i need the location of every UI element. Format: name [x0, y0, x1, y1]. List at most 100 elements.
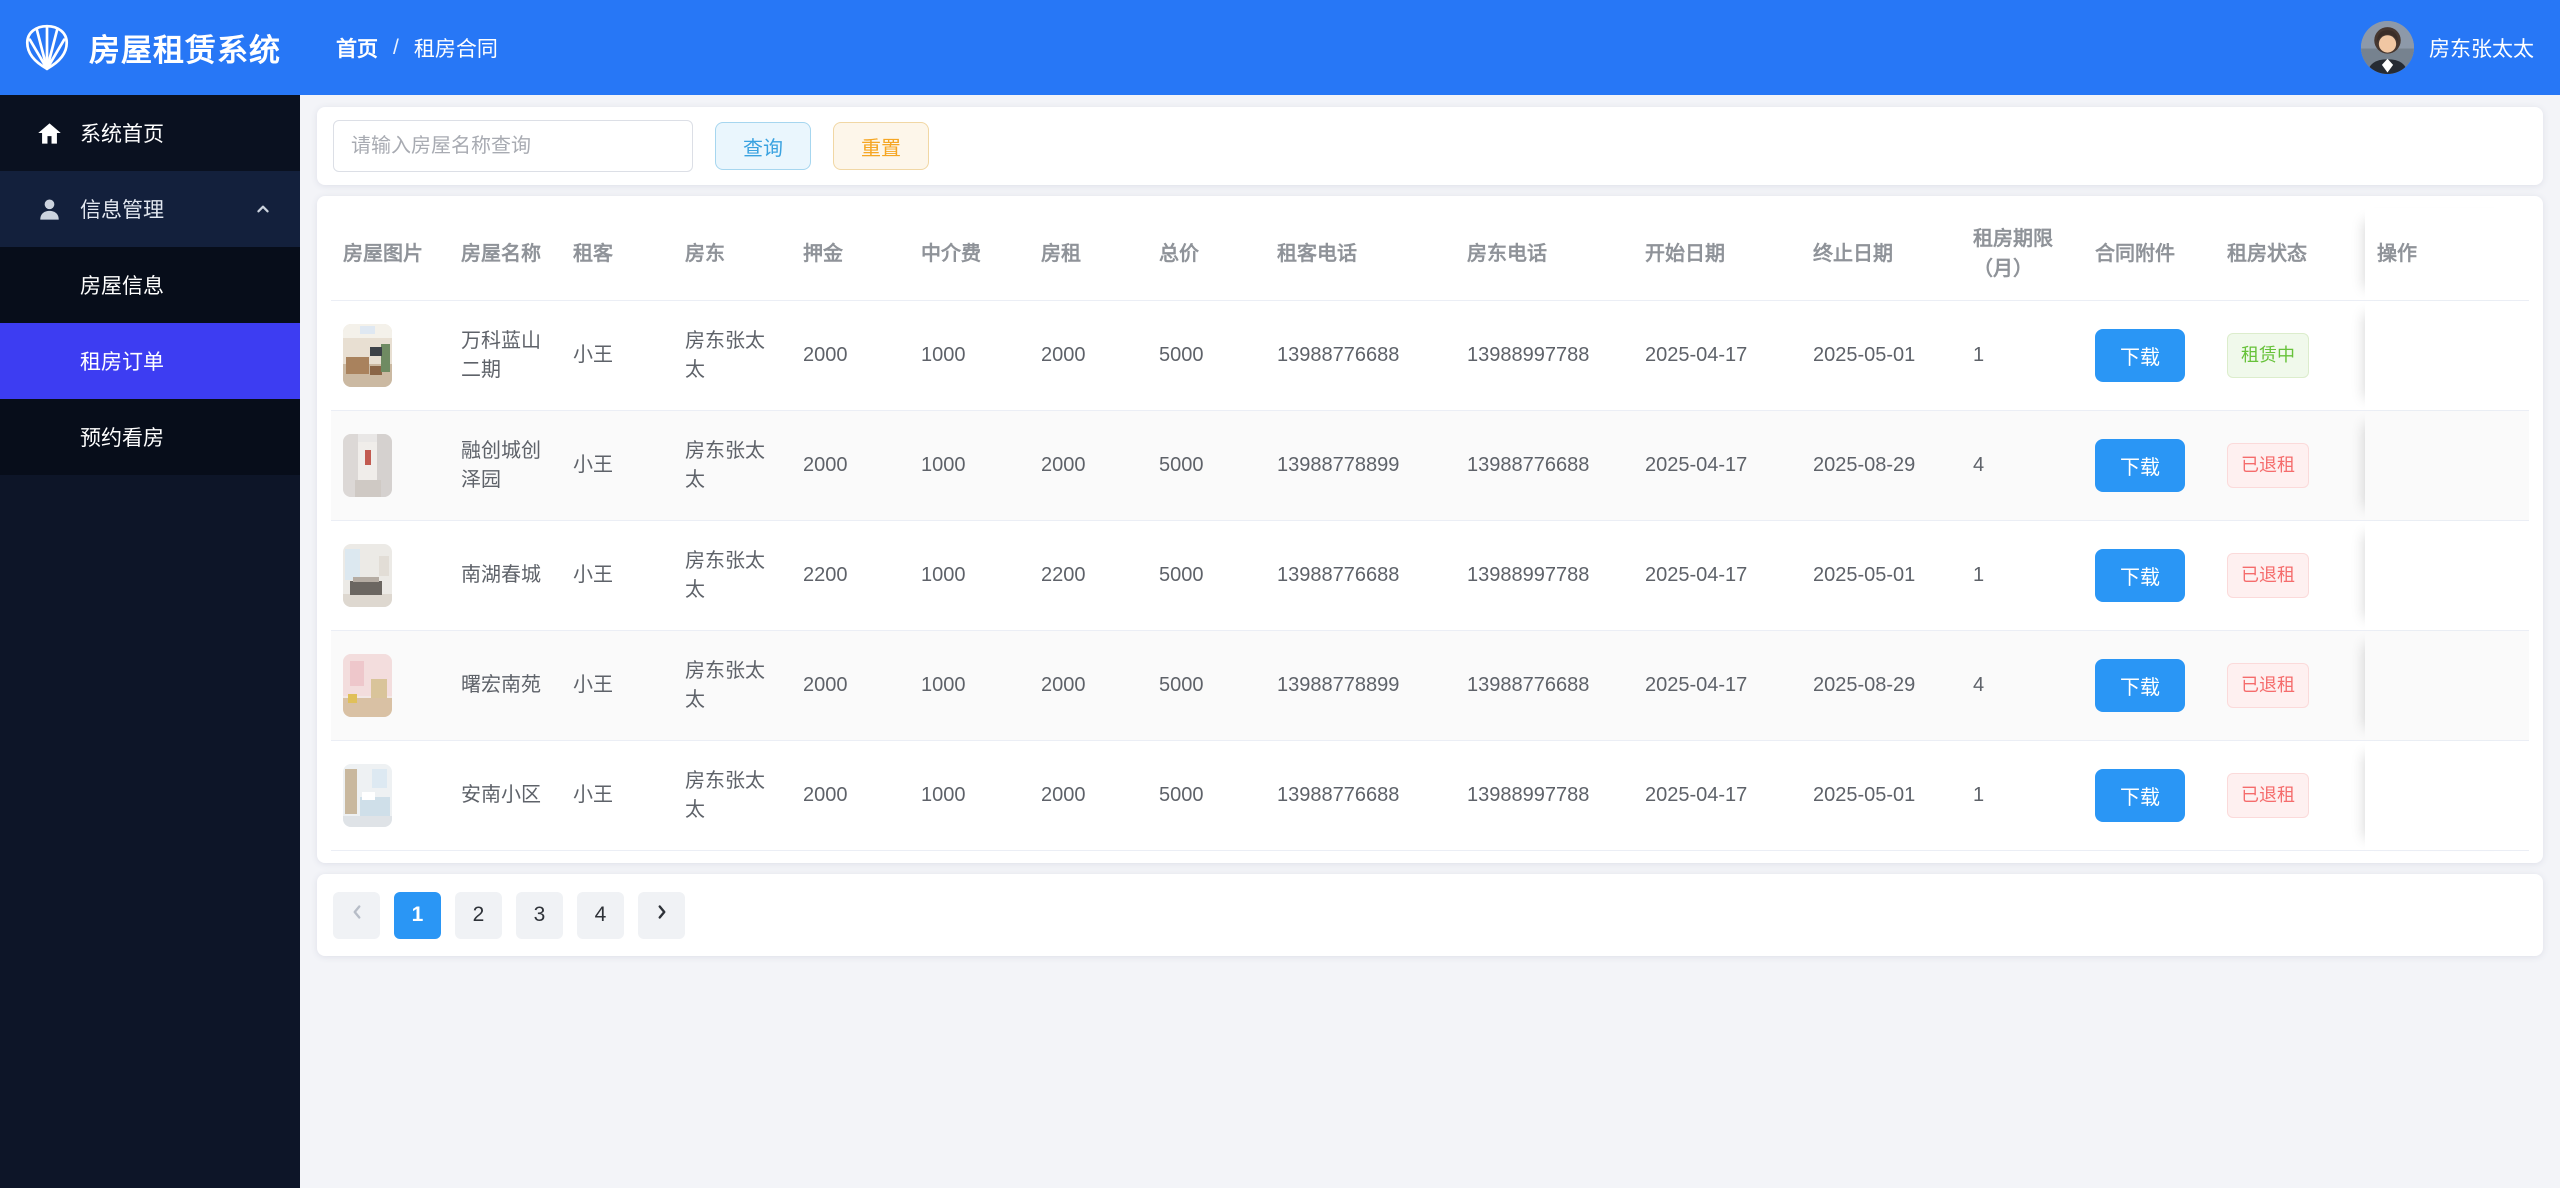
main-content: 查询 重置 房屋图片房屋名称租客房东押金中介费房租总价租客电话房东电话开始日期终… [300, 95, 2560, 1188]
sidebar-item-label: 系统首页 [80, 123, 164, 146]
column-header: 租客电话 [1265, 208, 1455, 301]
house-photo[interactable] [343, 324, 392, 387]
cell-term-months: 4 [1961, 411, 2083, 521]
user-menu[interactable]: 房东张太太 [2361, 21, 2560, 74]
cell-start-date: 2025-04-17 [1633, 301, 1801, 411]
cell-start-date: 2025-04-17 [1633, 521, 1801, 631]
cell-agency-fee: 1000 [909, 411, 1029, 521]
sidebar-item-label: 预约看房 [80, 427, 164, 450]
cell-landlord-phone: 13988997788 [1455, 301, 1633, 411]
breadcrumb-separator: / [393, 35, 399, 59]
cell-tenant-phone: 13988778899 [1265, 631, 1455, 741]
actions-cell [2365, 521, 2529, 631]
cell-tenant: 小王 [561, 741, 673, 851]
user-icon [36, 196, 63, 223]
breadcrumb-current: 租房合同 [413, 37, 498, 61]
sidebar-item-label: 房屋信息 [80, 275, 164, 298]
table-body: 万科蓝山二期 小王 房东张太太 2000 1000 2000 5000 13988776688… [331, 301, 2529, 851]
cell-landlord: 房东张太太 [673, 301, 791, 411]
column-header: 开始日期 [1633, 208, 1801, 301]
cell-agency-fee: 1000 [909, 741, 1029, 851]
cell-agency-fee: 1000 [909, 301, 1029, 411]
cell-deposit: 2200 [791, 521, 909, 631]
cell-start-date: 2025-04-17 [1633, 741, 1801, 851]
cell-agency-fee: 1000 [909, 631, 1029, 741]
cell-landlord-phone: 13988776688 [1455, 411, 1633, 521]
cell-landlord-phone: 13988997788 [1455, 741, 1633, 851]
download-button[interactable]: 下载 [2095, 439, 2185, 492]
cell-end-date: 2025-05-01 [1801, 741, 1961, 851]
cell-total: 5000 [1147, 631, 1265, 741]
chevron-up-icon [252, 198, 274, 220]
cell-name: 南湖春城 [449, 521, 561, 631]
pagination-next-button[interactable] [638, 891, 685, 939]
download-button[interactable]: 下载 [2095, 769, 2185, 822]
reset-button[interactable]: 重置 [833, 122, 929, 170]
cell-name: 融创城创泽园 [449, 411, 561, 521]
chevron-right-icon [651, 901, 673, 929]
cell-deposit: 2000 [791, 741, 909, 851]
download-button[interactable]: 下载 [2095, 659, 2185, 712]
table-row: 融创城创泽园 小王 房东张太太 2000 1000 2000 5000 13988778899… [331, 411, 2529, 521]
user-avatar-photo[interactable] [2361, 21, 2414, 74]
cell-term-months: 4 [1961, 631, 2083, 741]
column-header: 房东电话 [1455, 208, 1633, 301]
cell-term-months: 1 [1961, 521, 2083, 631]
pagination-page-1[interactable]: 1 [394, 891, 441, 939]
cell-landlord: 房东张太太 [673, 411, 791, 521]
cell-end-date: 2025-08-29 [1801, 631, 1961, 741]
status-badge: 租赁中 [2227, 333, 2309, 378]
cell-total: 5000 [1147, 741, 1265, 851]
pagination-page-2[interactable]: 2 [455, 891, 502, 939]
table-row: 曙宏南苑 小王 房东张太太 2000 1000 2000 5000 13988778899 13… [331, 631, 2529, 741]
cell-rent: 2000 [1029, 301, 1147, 411]
cell-rent: 2000 [1029, 741, 1147, 851]
column-header: 租房期限（月） [1961, 208, 2083, 301]
user-name: 房东张太太 [2429, 37, 2534, 61]
orders-table-card: 房屋图片 房屋名称 租客 房东 押金 中介费 房租 总价 租客电话 房东电话 开始日期 终止日期 租房期… [317, 196, 2543, 863]
query-button[interactable]: 查询 [715, 122, 811, 170]
sidebar-item-house-info[interactable]: 房屋信息 [0, 247, 300, 323]
sidebar-item-label: 租房订单 [80, 351, 164, 374]
cell-deposit: 2000 [791, 411, 909, 521]
status-badge: 已退租 [2227, 663, 2309, 708]
column-header: 终止日期 [1801, 208, 1961, 301]
sidebar-item-info-management[interactable]: 信息管理 [0, 171, 300, 247]
house-photo[interactable] [343, 434, 392, 497]
column-header: 房租 [1029, 208, 1147, 301]
cell-tenant: 小王 [561, 301, 673, 411]
cell-agency-fee: 1000 [909, 521, 1029, 631]
cell-tenant: 小王 [561, 631, 673, 741]
pagination-page-3[interactable]: 3 [516, 891, 563, 939]
cell-rent: 2000 [1029, 631, 1147, 741]
cell-tenant-phone: 13988776688 [1265, 741, 1455, 851]
cell-landlord: 房东张太太 [673, 741, 791, 851]
actions-cell [2365, 301, 2529, 411]
search-input[interactable] [333, 120, 693, 172]
status-badge: 已退租 [2227, 773, 2309, 818]
cell-term-months: 1 [1961, 741, 2083, 851]
house-photo[interactable] [343, 544, 392, 607]
app-title: 房屋租赁系统 [89, 33, 281, 68]
sidebar-item-rental-orders[interactable]: 租房订单 [0, 323, 300, 399]
actions-cell [2365, 411, 2529, 521]
download-button[interactable]: 下载 [2095, 329, 2185, 382]
cell-landlord-phone: 13988776688 [1455, 631, 1633, 741]
download-button[interactable]: 下载 [2095, 549, 2185, 602]
breadcrumb-home[interactable]: 首页 [336, 33, 378, 63]
sidebar-item-viewing-appointments[interactable]: 预约看房 [0, 399, 300, 475]
cell-landlord-phone: 13988997788 [1455, 521, 1633, 631]
pagination-page-4[interactable]: 4 [577, 891, 624, 939]
column-header: 房屋图片 [331, 208, 449, 301]
house-photo[interactable] [343, 764, 392, 827]
column-header: 总价 [1147, 208, 1265, 301]
cell-tenant-phone: 13988776688 [1265, 301, 1455, 411]
cell-end-date: 2025-05-01 [1801, 521, 1961, 631]
pagination-prev-button[interactable] [333, 891, 380, 939]
cell-name: 万科蓝山二期 [449, 301, 561, 411]
sidebar-item-system-home[interactable]: 系统首页 [0, 95, 300, 171]
pagination: 1234 [317, 874, 2543, 956]
cell-end-date: 2025-05-01 [1801, 301, 1961, 411]
house-photo[interactable] [343, 654, 392, 717]
cell-term-months: 1 [1961, 301, 2083, 411]
